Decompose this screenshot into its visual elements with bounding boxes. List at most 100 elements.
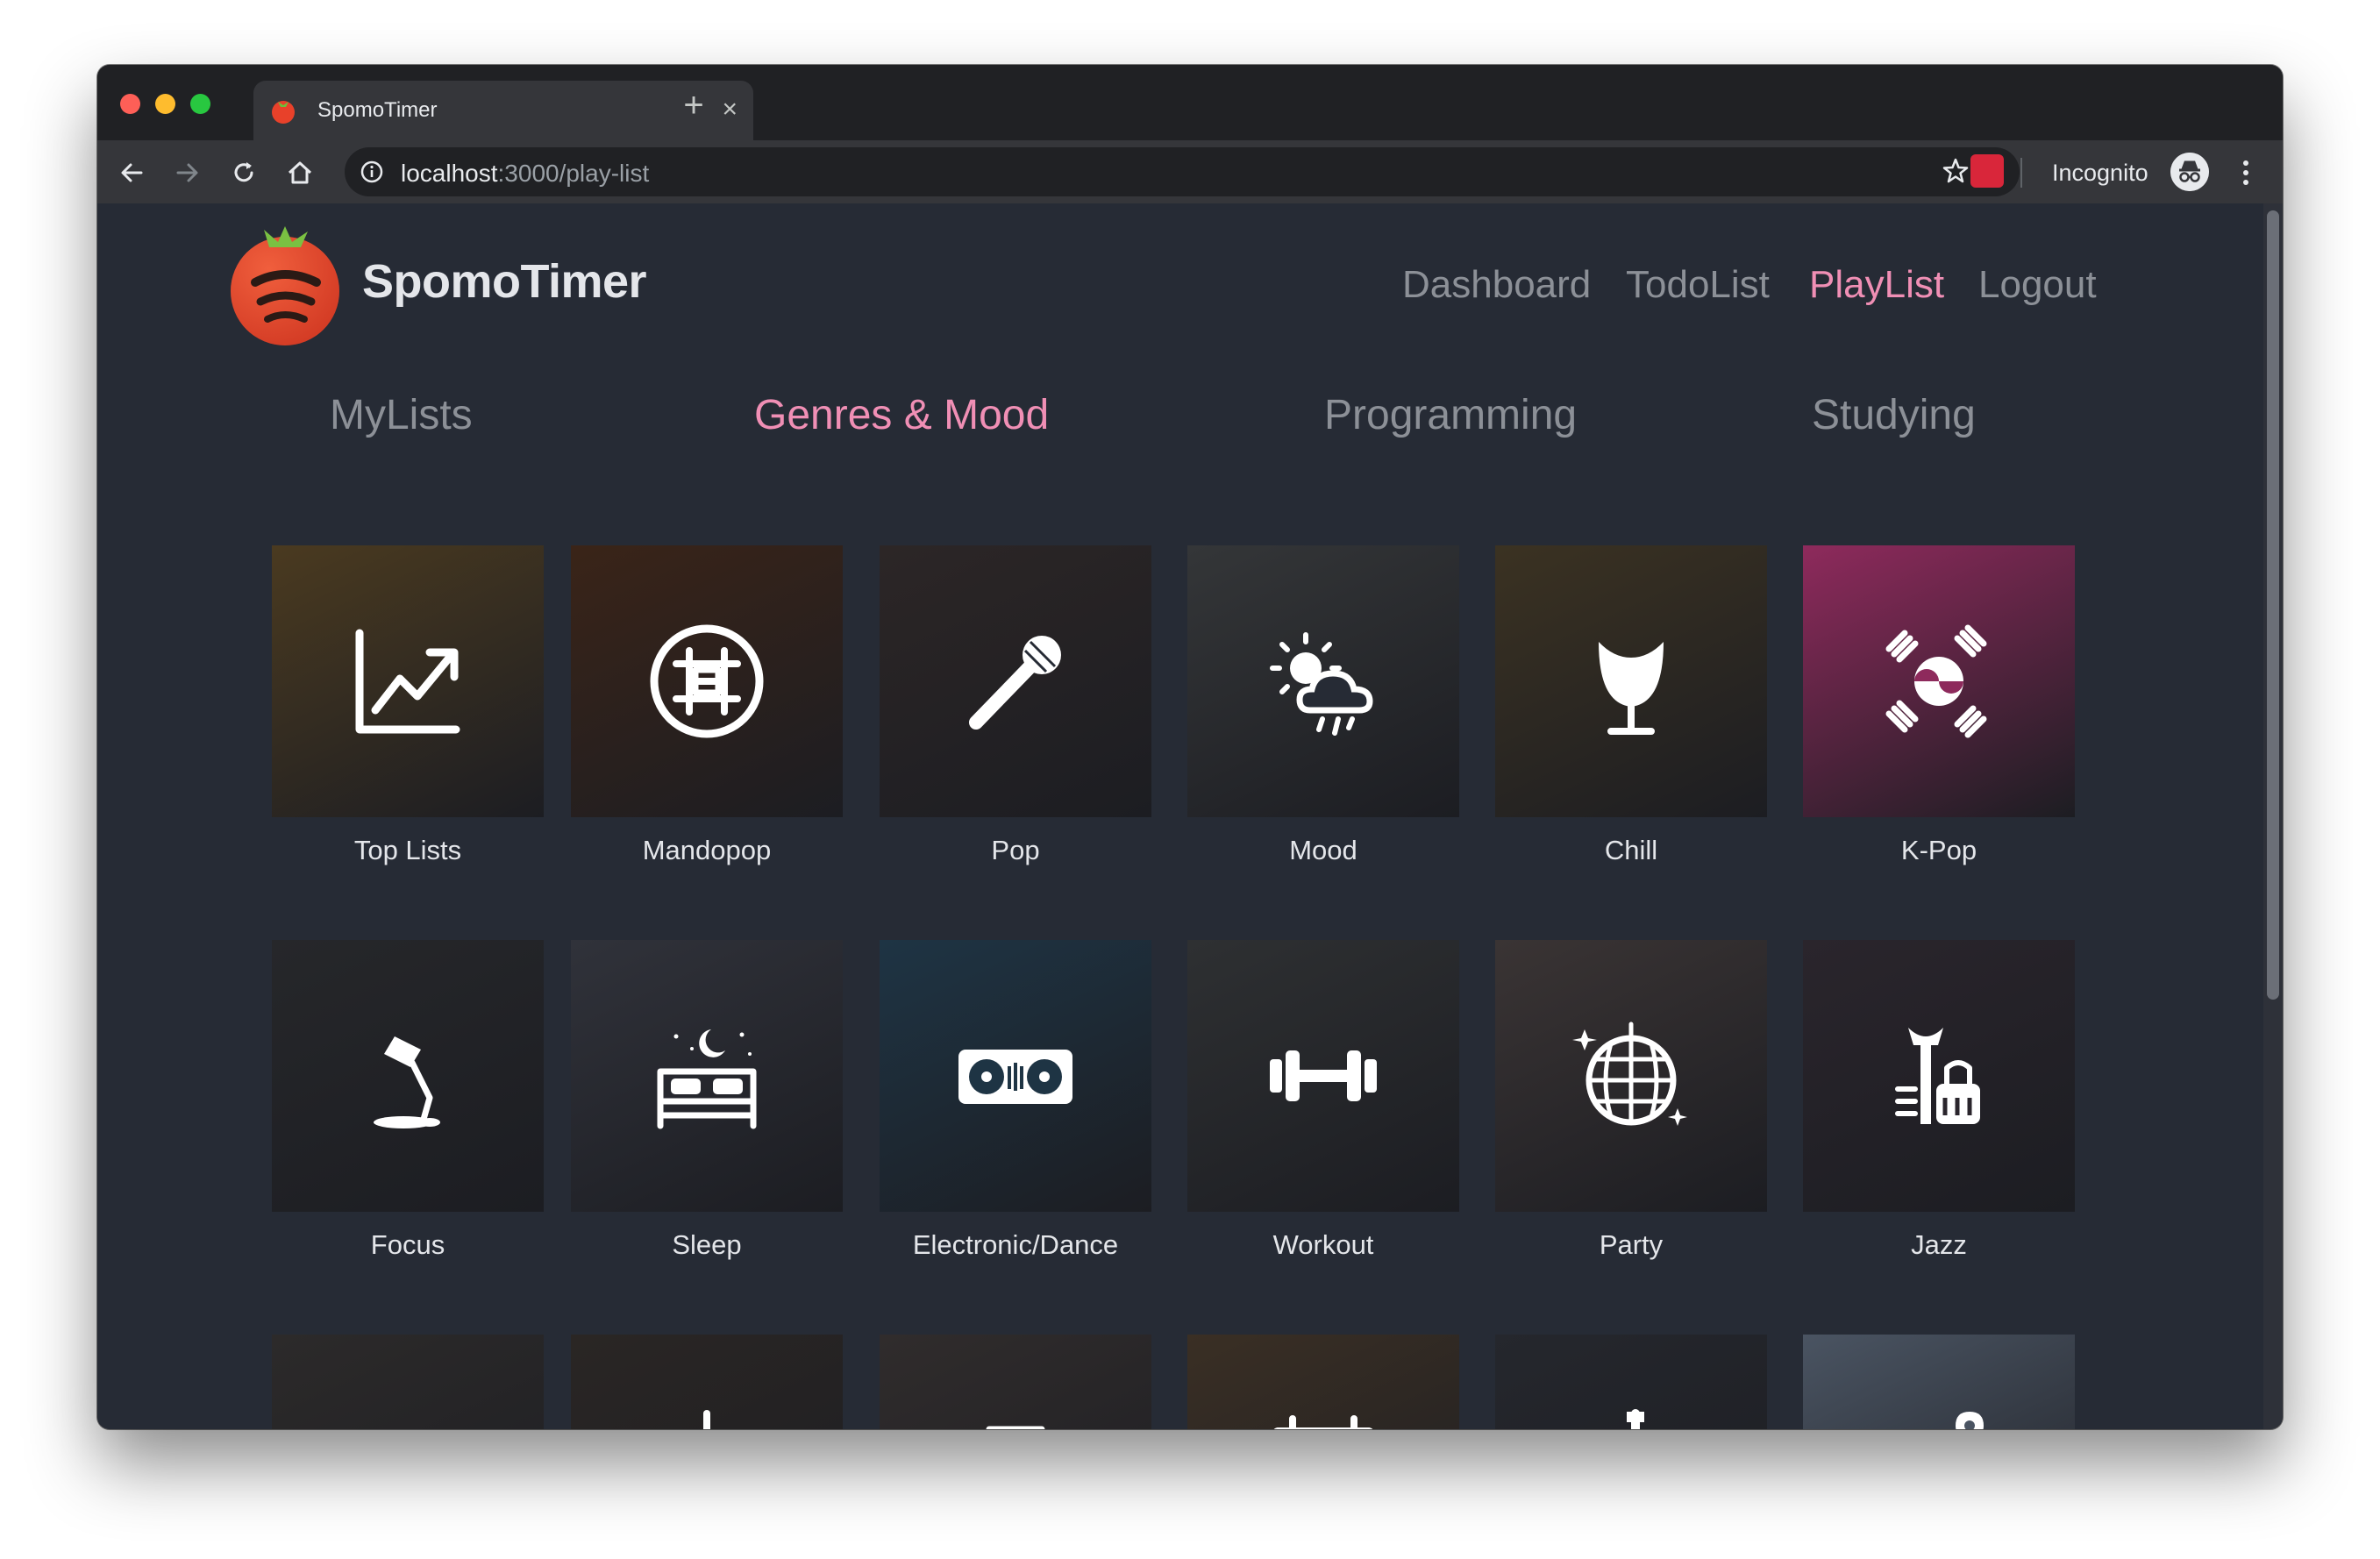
- playlist-tile-heart[interactable]: [272, 1335, 544, 1429]
- playlist-label[interactable]: Jazz: [1803, 1229, 2075, 1261]
- tab-programming[interactable]: Programming: [1324, 391, 1577, 439]
- playlist-cover[interactable]: [880, 545, 1151, 817]
- playlist-tile-eighties-calendar[interactable]: 80s: [1187, 1335, 1459, 1429]
- playlist-label[interactable]: Pop: [880, 835, 1151, 866]
- playlist-label[interactable]: Top Lists: [272, 835, 544, 866]
- playlist-tile-violin[interactable]: [571, 1335, 843, 1429]
- extension-icon[interactable]: [1970, 154, 2004, 188]
- weather-icon: [1270, 632, 1373, 736]
- playlist-tile-chill[interactable]: Chill: [1495, 545, 1767, 866]
- dumbbell-icon: [1270, 1050, 1377, 1101]
- url-text[interactable]: localhost:3000/play-list: [401, 160, 649, 188]
- playlist-tile-boombox[interactable]: [880, 1335, 1151, 1429]
- playlist-tile-k-pop[interactable]: K-Pop: [1803, 545, 2075, 866]
- page-scrollbar[interactable]: [2263, 203, 2283, 1429]
- map-pin-icon: [1956, 1412, 1984, 1429]
- brand-name[interactable]: SpomoTimer: [362, 254, 647, 309]
- incognito-label[interactable]: Incognito: [2052, 160, 2148, 187]
- browser-window: SpomoTimer × + localhost:3000/play-list: [97, 65, 2283, 1429]
- forward-icon[interactable]: [173, 158, 203, 188]
- tab-title: SpomoTimer: [317, 98, 438, 122]
- tab-genres-mood[interactable]: Genres & Mood: [754, 391, 1049, 439]
- playlist-cover[interactable]: [1803, 545, 2075, 817]
- playlist-tile-pop[interactable]: Pop: [880, 545, 1151, 866]
- nav-playlist[interactable]: PlayList: [1809, 263, 1944, 307]
- dj-deck-icon: [958, 1050, 1072, 1104]
- playlist-tile-sleep[interactable]: Sleep: [571, 940, 843, 1261]
- playlist-cover[interactable]: [272, 940, 544, 1212]
- address-bar[interactable]: localhost:3000/play-list: [345, 147, 2020, 196]
- electric-guitar-icon: [1627, 1409, 1644, 1429]
- playlist-cover[interactable]: [272, 1335, 544, 1429]
- playlist-tile-top-lists[interactable]: Top Lists: [272, 545, 544, 866]
- info-icon[interactable]: [360, 160, 383, 183]
- korean-flag-icon: [1885, 624, 1987, 738]
- playlist-cover[interactable]: [880, 940, 1151, 1212]
- playlist-tile-mandopop[interactable]: Mandopop: [571, 545, 843, 866]
- tomato-logo-icon[interactable]: [220, 221, 350, 351]
- playlist-cover[interactable]: [571, 545, 843, 817]
- playlist-label[interactable]: Chill: [1495, 835, 1767, 866]
- playlist-cover[interactable]: [1495, 940, 1767, 1212]
- tomato-favicon-icon: [272, 101, 295, 124]
- chart-icon: [355, 629, 460, 734]
- playlist-label[interactable]: Focus: [272, 1229, 544, 1261]
- boombox-icon: [986, 1426, 1045, 1429]
- home-icon[interactable]: [285, 158, 315, 188]
- new-tab-button[interactable]: +: [676, 88, 711, 125]
- minimize-window-button[interactable]: [155, 94, 175, 114]
- close-window-button[interactable]: [120, 94, 140, 114]
- nav-logout[interactable]: Logout: [1978, 263, 2097, 307]
- playlist-tile-workout[interactable]: Workout: [1187, 940, 1459, 1261]
- playlist-cover[interactable]: [1187, 940, 1459, 1212]
- egg-chair-icon: [1599, 642, 1664, 735]
- toolbar-divider: [2020, 158, 2022, 188]
- back-icon[interactable]: [117, 158, 146, 188]
- incognito-icon[interactable]: [2170, 153, 2209, 191]
- playlist-tile-map-pin[interactable]: [1803, 1335, 2075, 1429]
- bookmark-star-icon[interactable]: [1941, 156, 1970, 186]
- playlist-cover[interactable]: [1187, 545, 1459, 817]
- playlist-label[interactable]: Mood: [1187, 835, 1459, 866]
- playlist-cover[interactable]: [880, 1335, 1151, 1429]
- playlist-tile-electric-guitar[interactable]: [1495, 1335, 1767, 1429]
- playlist-cover[interactable]: [272, 545, 544, 817]
- playlist-tile-mood[interactable]: Mood: [1187, 545, 1459, 866]
- playlist-cover[interactable]: [571, 1335, 843, 1429]
- chinese-symbol-icon: [650, 624, 764, 738]
- tab-mylists[interactable]: MyLists: [330, 391, 473, 439]
- page-content: SpomoTimer Dashboard TodoList PlayList L…: [97, 203, 2263, 1429]
- playlist-cover[interactable]: [1803, 940, 2075, 1212]
- disco-ball-icon: [1572, 1022, 1687, 1126]
- playlist-cover[interactable]: [1495, 545, 1767, 817]
- playlist-label[interactable]: Mandopop: [571, 835, 843, 866]
- eighties-calendar-icon: 80s: [1273, 1415, 1373, 1429]
- playlist-label[interactable]: Workout: [1187, 1229, 1459, 1261]
- tab-close-icon[interactable]: ×: [722, 93, 738, 126]
- playlist-tile-jazz[interactable]: Jazz: [1803, 940, 2075, 1261]
- more-menu-icon[interactable]: [2239, 158, 2253, 188]
- scrollbar-thumb[interactable]: [2267, 210, 2279, 1000]
- heart-icon: [342, 1405, 474, 1429]
- desk-lamp-icon: [374, 1036, 440, 1128]
- maximize-window-button[interactable]: [190, 94, 210, 114]
- playlist-cover[interactable]: 80s: [1187, 1335, 1459, 1429]
- playlist-tile-focus[interactable]: Focus: [272, 940, 544, 1261]
- playlist-cover[interactable]: [1803, 1335, 2075, 1429]
- violin-icon: [703, 1410, 710, 1429]
- reload-icon[interactable]: [229, 158, 259, 188]
- playlist-cover[interactable]: [1495, 1335, 1767, 1429]
- tab-studying[interactable]: Studying: [1812, 391, 1976, 439]
- playlist-tile-electronic-dance[interactable]: Electronic/Dance: [880, 940, 1151, 1261]
- playlist-label[interactable]: Sleep: [571, 1229, 843, 1261]
- playlist-cover[interactable]: [571, 940, 843, 1212]
- playlist-label[interactable]: Electronic/Dance: [880, 1229, 1151, 1261]
- jazz-instruments-icon: [1895, 1028, 1980, 1124]
- playlist-label[interactable]: Party: [1495, 1229, 1767, 1261]
- url-host: localhost: [401, 160, 498, 187]
- playlist-label[interactable]: K-Pop: [1803, 835, 2075, 866]
- playlist-tile-party[interactable]: Party: [1495, 940, 1767, 1261]
- nav-dashboard[interactable]: Dashboard: [1402, 263, 1591, 307]
- microphone-icon: [969, 636, 1061, 730]
- nav-todolist[interactable]: TodoList: [1626, 263, 1770, 307]
